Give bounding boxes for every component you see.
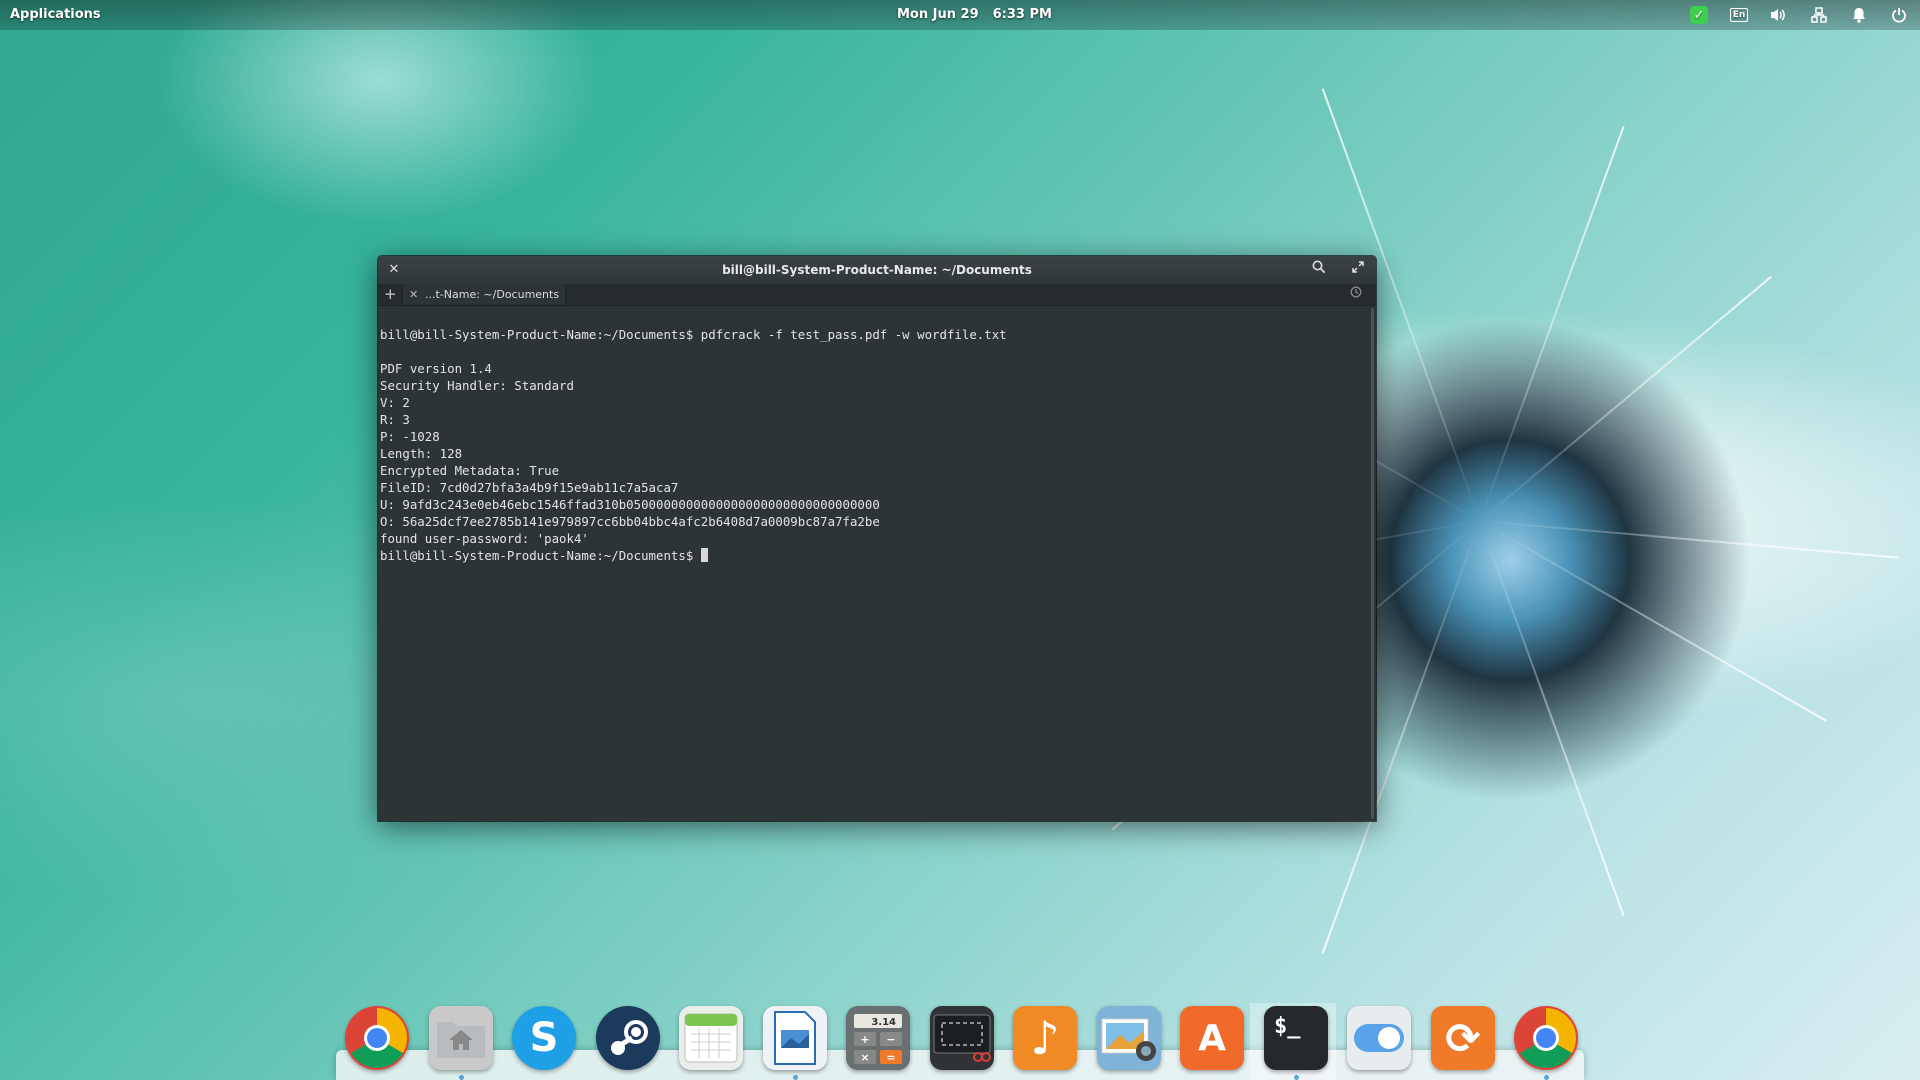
- applications-menu[interactable]: Applications: [10, 7, 101, 22]
- window-title: bill@bill-System-Product-Name: ~/Documen…: [722, 263, 1032, 277]
- terminal-window: ✕ bill@bill-System-Product-Name: ~/Docum…: [378, 256, 1376, 821]
- wallpaper-wisp: [1479, 520, 1899, 559]
- terminal-line: found user-password: 'paok4': [380, 531, 589, 546]
- sound-indicator[interactable]: [1768, 5, 1788, 25]
- terminal-line: V: 2: [380, 395, 410, 410]
- notifications-indicator[interactable]: [1849, 5, 1869, 25]
- running-indicator: [793, 1075, 798, 1080]
- svg-text:×: ×: [860, 1051, 869, 1064]
- history-icon[interactable]: [1350, 284, 1362, 305]
- sync-icon: ⟳: [1445, 1013, 1481, 1063]
- network-icon: [1811, 7, 1827, 23]
- terminal-line: Security Handler: Standard: [380, 378, 574, 393]
- folder-home-icon: [429, 1006, 493, 1070]
- bell-icon: [1853, 8, 1865, 23]
- check-shield-icon: ✓: [1690, 6, 1708, 24]
- dock-photos[interactable]: [1097, 1006, 1161, 1070]
- tab-close-icon[interactable]: ✕: [409, 284, 418, 305]
- running-indicator: [1294, 1075, 1299, 1080]
- keyboard-layout-label: En: [1729, 8, 1749, 22]
- terminal-prompt-line: bill@bill-System-Product-Name:~/Document…: [380, 547, 1368, 564]
- skype-icon: S: [529, 1015, 559, 1061]
- session-indicator[interactable]: [1889, 5, 1909, 25]
- dock-files[interactable]: [429, 1006, 493, 1070]
- terminal-icon: $_: [1274, 1014, 1301, 1039]
- svg-text:=: =: [886, 1051, 895, 1064]
- dock-music[interactable]: ♪: [1013, 1006, 1077, 1070]
- terminal-prompt: bill@bill-System-Product-Name:~/Document…: [380, 548, 701, 563]
- maximize-icon[interactable]: [1352, 256, 1364, 284]
- terminal-line: R: 3: [380, 412, 410, 427]
- power-icon: [1892, 8, 1906, 23]
- dock-app-center[interactable]: A: [1180, 1006, 1244, 1070]
- toggle-settings-icon: [1347, 1006, 1411, 1070]
- dock-chrome[interactable]: [345, 1006, 409, 1070]
- running-indicator: [459, 1075, 464, 1080]
- close-icon[interactable]: ✕: [386, 256, 402, 284]
- terminal-line: PDF version 1.4: [380, 361, 492, 376]
- dock-calendar[interactable]: [679, 1006, 743, 1070]
- dock-switchboard[interactable]: [1347, 1006, 1411, 1070]
- svg-text:3.14: 3.14: [871, 1017, 896, 1028]
- steam-icon: [596, 1006, 660, 1070]
- terminal-line: P: -1028: [380, 429, 440, 444]
- tab-bar: + ✕ ...t-Name: ~/Documents: [378, 284, 1376, 306]
- update-indicator[interactable]: ✓: [1689, 5, 1709, 25]
- terminal-line: Length: 128: [380, 446, 463, 461]
- svg-text:+: +: [860, 1033, 869, 1046]
- tab-documents[interactable]: ✕ ...t-Name: ~/Documents: [402, 284, 566, 305]
- search-icon[interactable]: [1312, 256, 1326, 284]
- terminal-scrollbar[interactable]: [1371, 308, 1374, 819]
- dock-steam[interactable]: [596, 1006, 660, 1070]
- svg-text:−: −: [886, 1033, 895, 1046]
- appcenter-bag-icon: A: [1198, 1017, 1226, 1059]
- photos-icon: [1097, 1006, 1161, 1070]
- clock-date: Mon Jun 29: [897, 7, 979, 22]
- new-tab-button[interactable]: +: [384, 284, 397, 305]
- screenshot-icon: [930, 1006, 994, 1070]
- terminal-line: U: 9afd3c243e0eb46ebc1546ffad310b0500000…: [380, 497, 880, 512]
- running-indicator: [1544, 1075, 1549, 1080]
- terminal-cursor: [700, 548, 708, 562]
- volume-icon: [1771, 9, 1785, 21]
- wallpaper-wisp: [1479, 520, 1827, 722]
- chrome-icon: [1514, 1006, 1578, 1070]
- dock-skype[interactable]: S: [512, 1006, 576, 1070]
- panel-clock[interactable]: Mon Jun 29 6:33 PM: [897, 7, 1066, 22]
- terminal-line: O: 56a25dcf7ee2785b141e979897cc6bb04bbc4…: [380, 514, 880, 529]
- terminal-line: bill@bill-System-Product-Name:~/Document…: [380, 327, 1007, 342]
- chrome-icon: [345, 1006, 409, 1070]
- dock-updater[interactable]: ⟳: [1431, 1006, 1495, 1070]
- terminal-output[interactable]: bill@bill-System-Product-Name:~/Document…: [378, 306, 1370, 821]
- terminal-line: Encrypted Metadata: True: [380, 463, 560, 478]
- top-panel: Applications Mon Jun 29 6:33 PM ✓ En: [0, 0, 1920, 30]
- network-indicator[interactable]: [1809, 5, 1829, 25]
- keyboard-indicator[interactable]: En: [1729, 5, 1749, 25]
- music-note-icon: ♪: [1030, 1011, 1060, 1065]
- window-titlebar[interactable]: ✕ bill@bill-System-Product-Name: ~/Docum…: [378, 256, 1376, 284]
- dock-calculator[interactable]: 3.14 + − × =: [846, 1006, 910, 1070]
- dock-chrome-2[interactable]: [1514, 1006, 1578, 1070]
- document-image-icon: [763, 1006, 827, 1070]
- dock-screenshot[interactable]: [930, 1006, 994, 1070]
- calendar-icon: [679, 1006, 743, 1070]
- clock-time: 6:33 PM: [992, 7, 1052, 22]
- terminal-line: FileID: 7cd0d27bfa3a4b9f15e9ab11c7a5aca7: [380, 480, 679, 495]
- wallpaper-wisp: [1479, 520, 1625, 917]
- dock-document-viewer[interactable]: [763, 1006, 827, 1070]
- calculator-icon: 3.14 + − × =: [846, 1006, 910, 1070]
- desktop-wallpaper: Applications Mon Jun 29 6:33 PM ✓ En ✕ b…: [0, 0, 1920, 1080]
- tab-label: ...t-Name: ~/Documents: [425, 288, 560, 301]
- dock-terminal[interactable]: $_: [1264, 1006, 1328, 1070]
